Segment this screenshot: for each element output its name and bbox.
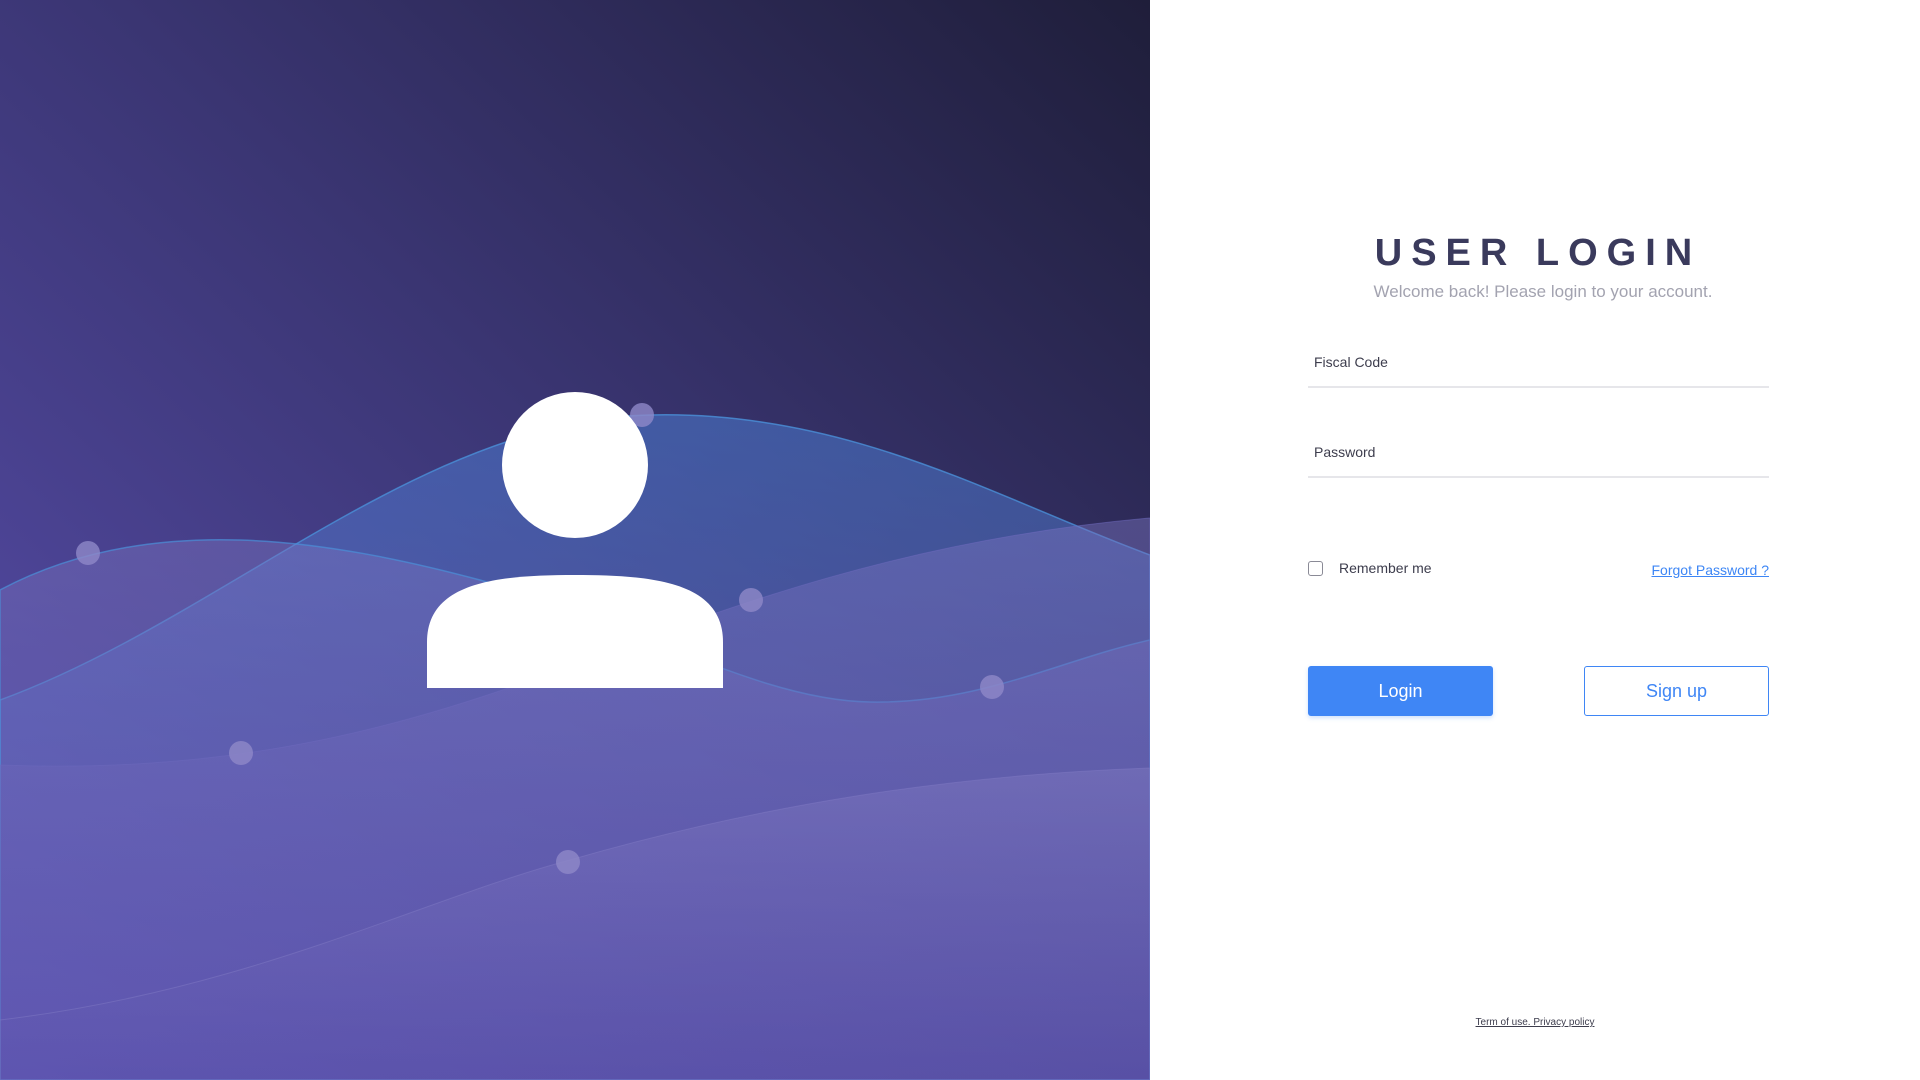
- hero-dot: [739, 588, 763, 612]
- user-avatar-icon: [427, 392, 723, 688]
- remember-me-checkbox[interactable]: [1308, 560, 1323, 576]
- forgot-password-link[interactable]: Forgot Password ?: [1652, 562, 1770, 578]
- hero-dot: [556, 850, 580, 874]
- remember-me-label: Remember me: [1339, 560, 1432, 576]
- hero-dot: [229, 741, 253, 765]
- password-input[interactable]: [1308, 432, 1769, 472]
- password-field: [1308, 432, 1769, 478]
- signup-button[interactable]: Sign up: [1584, 666, 1769, 716]
- login-page: USER LOGIN Welcome back! Please login to…: [0, 0, 1920, 1080]
- login-button[interactable]: Login: [1308, 666, 1493, 716]
- fiscal-code-input[interactable]: [1308, 342, 1769, 382]
- login-panel: [1151, 0, 1920, 1080]
- page-subtitle: Welcome back! Please login to your accou…: [1373, 282, 1713, 301]
- fiscal-code-field: [1308, 342, 1769, 388]
- terms-privacy-link[interactable]: Term of use. Privacy policy: [1470, 1017, 1600, 1028]
- hero-dot: [980, 675, 1004, 699]
- hero-panel: [0, 0, 1150, 1080]
- page-title: USER LOGIN: [1374, 232, 1702, 274]
- hero-dot: [76, 541, 100, 565]
- remember-me[interactable]: Remember me: [1308, 560, 1432, 576]
